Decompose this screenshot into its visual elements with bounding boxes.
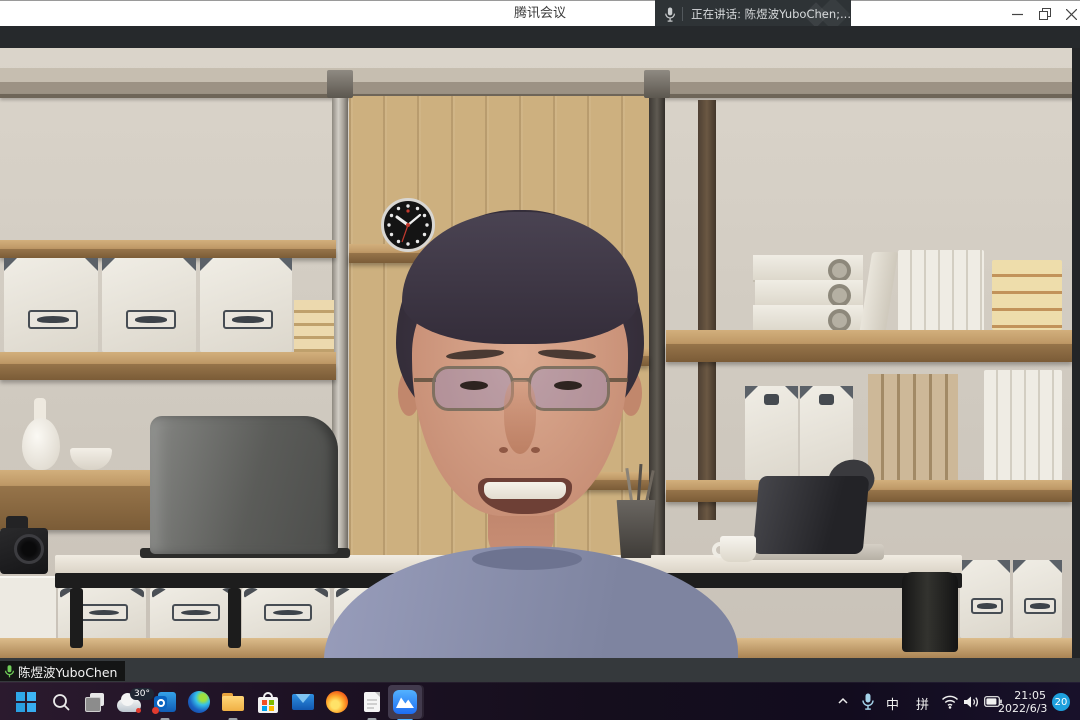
coffee-mug bbox=[720, 536, 756, 562]
microsoft-store-button[interactable] bbox=[252, 686, 284, 718]
person-nose bbox=[504, 380, 536, 454]
clasp-box bbox=[960, 560, 1010, 638]
folder-icon bbox=[222, 693, 244, 711]
person-eye bbox=[460, 381, 488, 390]
banner-divider bbox=[682, 7, 683, 21]
storage-box bbox=[150, 588, 238, 640]
task-view-icon bbox=[85, 693, 105, 711]
ime-mode-button[interactable]: 拼 bbox=[916, 694, 929, 713]
binder bbox=[753, 305, 863, 332]
clock-date-button[interactable]: 21:05 2022/6/3 bbox=[998, 689, 1046, 715]
chevron-up-icon bbox=[836, 694, 850, 708]
ime-language-button[interactable]: 中 bbox=[886, 694, 899, 713]
storage-box bbox=[102, 258, 196, 352]
mail-icon bbox=[292, 694, 314, 710]
binder bbox=[753, 255, 863, 282]
shelf-board bbox=[0, 352, 336, 364]
minimize-icon bbox=[1012, 9, 1023, 20]
task-view-button[interactable] bbox=[79, 686, 111, 718]
shelf-board bbox=[0, 240, 336, 249]
microphone-icon bbox=[664, 6, 676, 23]
outlook-icon bbox=[154, 691, 176, 713]
file-explorer-button[interactable] bbox=[217, 686, 249, 718]
close-icon bbox=[1066, 9, 1077, 20]
taskbar: 30° bbox=[0, 682, 1080, 720]
firefox-button[interactable] bbox=[321, 686, 353, 718]
frame-bracket bbox=[644, 70, 670, 98]
edge-button[interactable] bbox=[183, 686, 215, 718]
shelf-board bbox=[666, 330, 1072, 344]
window-title: 腾讯会议 bbox=[0, 1, 1080, 27]
notification-badge[interactable]: 20 bbox=[1052, 693, 1070, 711]
watermark-shape bbox=[816, 0, 850, 28]
minimize-button[interactable] bbox=[1002, 1, 1032, 27]
outlook-button[interactable] bbox=[149, 686, 181, 718]
books bbox=[984, 370, 1062, 480]
tray-microphone-button[interactable] bbox=[861, 692, 875, 711]
binder bbox=[755, 280, 863, 307]
mail-button[interactable] bbox=[287, 686, 319, 718]
speaker-icon bbox=[963, 694, 980, 710]
speaking-banner[interactable]: 正在讲话: 陈煜波YuboChen;... bbox=[655, 0, 851, 28]
desk-leg bbox=[70, 588, 83, 648]
participant-name-label: 陈煜波YuboChen bbox=[0, 661, 125, 681]
wifi-button[interactable] bbox=[941, 694, 959, 710]
search-icon bbox=[51, 692, 71, 712]
restore-icon bbox=[1039, 8, 1051, 20]
meeting-bottom-strip: 陈煜波YuboChen bbox=[0, 658, 1080, 682]
store-icon bbox=[258, 692, 278, 713]
mic-on-icon bbox=[4, 664, 15, 679]
tablet bbox=[753, 476, 870, 554]
shelf-side-panel bbox=[698, 100, 716, 520]
document-icon bbox=[364, 692, 380, 712]
start-button[interactable] bbox=[10, 686, 42, 718]
tray-date: 2022/6/3 bbox=[998, 702, 1046, 715]
meeting-top-strip bbox=[0, 26, 1080, 48]
storage-box bbox=[242, 588, 330, 640]
video-feed[interactable] bbox=[0, 48, 1080, 658]
window-titlebar: 腾讯会议 bbox=[0, 0, 1080, 26]
clasp-box bbox=[1013, 560, 1062, 638]
wall-molding bbox=[0, 68, 1080, 82]
clasp-box bbox=[745, 386, 798, 480]
leaning-book bbox=[860, 252, 898, 330]
storage-box bbox=[4, 258, 98, 352]
person-teeth bbox=[484, 482, 566, 499]
desktop: 腾讯会议 正在讲话: 陈煜波YuboChen;... bbox=[0, 0, 1080, 720]
search-button[interactable] bbox=[45, 686, 77, 718]
storage-box bbox=[200, 258, 292, 352]
person-eye bbox=[554, 381, 582, 390]
tray-expand-button[interactable] bbox=[836, 694, 850, 708]
tencent-meeting-icon bbox=[393, 690, 417, 714]
weather-widget[interactable]: 30° bbox=[113, 686, 151, 718]
vase bbox=[22, 418, 60, 470]
wifi-icon bbox=[941, 694, 959, 710]
shelf-post bbox=[649, 74, 665, 574]
weather-cloud-icon: 30° bbox=[117, 691, 147, 713]
volume-button[interactable] bbox=[963, 694, 980, 710]
books bbox=[868, 374, 958, 480]
notepad-button[interactable] bbox=[356, 686, 388, 718]
firefox-icon bbox=[326, 691, 348, 713]
participant-name: 陈煜波YuboChen bbox=[18, 662, 117, 681]
wood-trays bbox=[294, 300, 334, 352]
video-letterbox bbox=[1072, 48, 1080, 658]
close-button[interactable] bbox=[1056, 1, 1080, 27]
tencent-meeting-button[interactable] bbox=[388, 685, 422, 719]
laptop bbox=[150, 416, 338, 554]
white-box bbox=[0, 576, 56, 642]
pen-cup bbox=[614, 500, 658, 558]
desk-leg bbox=[902, 572, 958, 652]
microphone-in-use-icon bbox=[861, 692, 875, 711]
desk-leg bbox=[228, 588, 241, 648]
edge-icon bbox=[188, 691, 210, 713]
bowl bbox=[70, 448, 112, 470]
frame-bracket bbox=[327, 70, 353, 98]
books bbox=[898, 250, 984, 330]
windows-logo-icon bbox=[16, 692, 36, 712]
camera-lens bbox=[14, 534, 44, 564]
books bbox=[992, 260, 1062, 330]
tray-time: 21:05 bbox=[998, 689, 1046, 702]
